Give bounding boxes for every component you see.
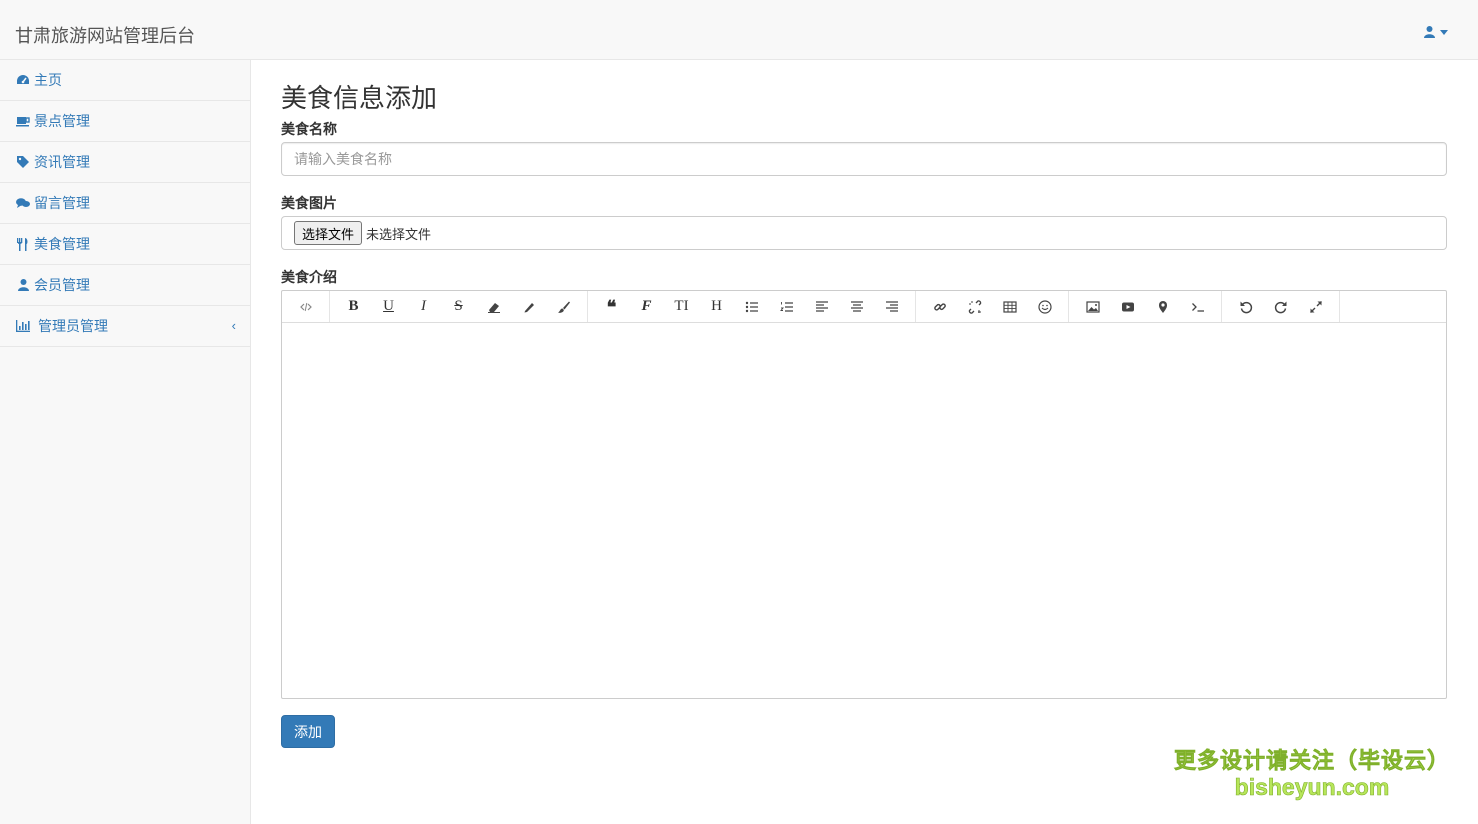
choose-file-button[interactable]: 选择文件 [294, 221, 363, 245]
food-image-label: 美食图片 [281, 195, 337, 211]
user-icon [15, 279, 31, 291]
brush-icon[interactable] [546, 291, 581, 322]
sidebar-item-label: 资讯管理 [34, 154, 90, 170]
cutlery-icon [15, 237, 31, 251]
undo-icon[interactable] [1228, 291, 1263, 322]
watermark: 更多设计请关注（毕设云） bisheyun.com [1173, 748, 1450, 801]
terminal-icon[interactable] [1180, 291, 1215, 322]
editor-content-area[interactable] [282, 323, 1446, 698]
align-right-icon[interactable] [874, 291, 909, 322]
link-icon[interactable] [922, 291, 957, 322]
sidebar-item-food[interactable]: 美食管理 [0, 224, 250, 265]
sidebar-item-members[interactable]: 会员管理 [0, 265, 250, 306]
watermark-line-1: 更多设计请关注（毕设云） [1173, 748, 1450, 774]
file-status-text: 未选择文件 [366, 226, 432, 242]
add-submit-button[interactable]: 添加 [281, 715, 335, 748]
bold-icon[interactable]: B [336, 291, 371, 322]
font-icon[interactable]: F [629, 291, 664, 322]
heading-icon[interactable]: H [699, 291, 734, 322]
align-center-icon[interactable] [839, 291, 874, 322]
food-image-file-field[interactable]: 选择文件 未选择文件 [281, 216, 1447, 250]
coffee-cup-icon [15, 115, 31, 127]
font-size-icon[interactable]: TI [664, 291, 699, 322]
quote-icon[interactable]: ❝ [594, 291, 629, 322]
video-icon[interactable] [1110, 291, 1145, 322]
emoji-icon[interactable] [1027, 291, 1062, 322]
image-icon[interactable] [1075, 291, 1110, 322]
editor-toolbar: B U I S ❝ F TI H [282, 291, 1446, 323]
brand-title[interactable]: 甘肃旅游网站管理后台 [15, 22, 195, 48]
sidebar-item-label: 留言管理 [34, 195, 90, 211]
ordered-list-icon[interactable] [769, 291, 804, 322]
page-title: 美食信息添加 [281, 83, 438, 113]
sidebar-item-attractions[interactable]: 景点管理 [0, 101, 250, 142]
sidebar-item-news[interactable]: 资讯管理 [0, 142, 250, 183]
food-name-input[interactable] [281, 142, 1447, 176]
dashboard-icon [15, 74, 31, 86]
sidebar-item-label: 主页 [34, 72, 62, 88]
sidebar-item-admins[interactable]: 管理员管理 ‹ [0, 306, 250, 347]
food-intro-label: 美食介绍 [281, 269, 337, 285]
table-icon[interactable] [992, 291, 1027, 322]
watermark-line-2: bisheyun.com [1234, 774, 1390, 801]
top-navbar: 甘肃旅游网站管理后台 [0, 0, 1478, 60]
fullscreen-icon[interactable] [1298, 291, 1333, 322]
user-menu-dropdown[interactable] [1424, 26, 1448, 38]
map-marker-icon[interactable] [1145, 291, 1180, 322]
comments-icon [15, 197, 31, 209]
rich-text-editor: B U I S ❝ F TI H [281, 290, 1447, 699]
pencil-icon[interactable] [511, 291, 546, 322]
code-view-icon[interactable] [288, 291, 323, 322]
caret-down-icon [1440, 29, 1448, 35]
sidebar-item-label: 管理员管理 [38, 318, 108, 334]
sidebar: 主页 景点管理 资讯管理 留言管理 美食管理 会员管理 管理员管理 ‹ [0, 60, 251, 824]
bar-chart-icon [15, 320, 31, 332]
food-name-label: 美食名称 [281, 121, 337, 137]
sidebar-item-label: 美食管理 [34, 236, 90, 252]
unlink-icon[interactable] [957, 291, 992, 322]
user-icon [1424, 26, 1435, 38]
italic-icon[interactable]: I [406, 291, 441, 322]
underline-icon[interactable]: U [371, 291, 406, 322]
strikethrough-icon[interactable]: S [441, 291, 476, 322]
redo-icon[interactable] [1263, 291, 1298, 322]
eraser-icon[interactable] [476, 291, 511, 322]
sidebar-item-label: 会员管理 [34, 277, 90, 293]
sidebar-item-home[interactable]: 主页 [0, 60, 250, 101]
sidebar-item-label: 景点管理 [34, 113, 90, 129]
align-left-icon[interactable] [804, 291, 839, 322]
chevron-left-icon[interactable]: ‹ [232, 318, 236, 333]
unordered-list-icon[interactable] [734, 291, 769, 322]
tag-icon [15, 156, 31, 168]
sidebar-item-messages[interactable]: 留言管理 [0, 183, 250, 224]
